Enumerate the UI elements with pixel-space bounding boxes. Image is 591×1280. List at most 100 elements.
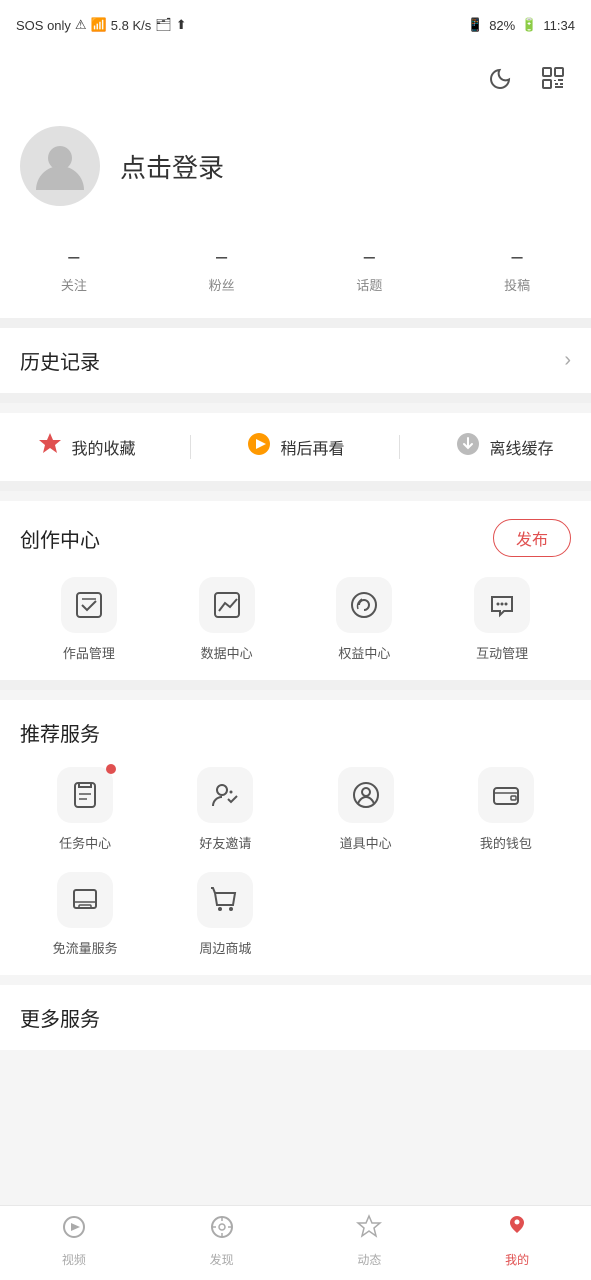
divider-4 [0, 680, 591, 690]
battery-icon: 🔋 [521, 17, 537, 33]
status-left: SOS only ⚠ 📶 5.8 K/s 🗂 ⬆ [16, 17, 187, 33]
service-item-shop[interactable]: 周边商城 [160, 872, 290, 957]
data-icon [199, 577, 255, 633]
nav-label-dynamic: 动态 [357, 1251, 381, 1268]
quick-link-watch-later[interactable]: 稍后再看 [246, 431, 344, 463]
services-title: 推荐服务 [20, 718, 571, 747]
avatar [20, 126, 100, 206]
invite-icon [197, 767, 253, 823]
play-icon [246, 431, 272, 463]
services-grid: 任务中心 好友邀请 道具中心 [20, 767, 571, 957]
nav-label-video: 视频 [62, 1251, 86, 1268]
mine-nav-icon [504, 1214, 530, 1247]
creation-item-interaction[interactable]: 互动管理 [474, 577, 530, 662]
upload-icon: ⬆ [176, 17, 187, 33]
wallet-icon [478, 767, 534, 823]
status-bar: SOS only ⚠ 📶 5.8 K/s 🗂 ⬆ 📱 82% 🔋 11:34 [0, 0, 591, 50]
stat-label-post: 投稿 [504, 275, 530, 294]
bottom-nav: 视频 发现 动态 我的 [0, 1205, 591, 1280]
network-speed: 5.8 K/s [111, 18, 151, 33]
chevron-right-icon: › [564, 349, 571, 372]
divider-1 [0, 318, 591, 328]
nav-item-discover[interactable]: 发现 [187, 1214, 257, 1268]
star-icon [37, 431, 63, 463]
shop-label: 周边商城 [199, 938, 251, 957]
time-text: 11:34 [543, 18, 575, 33]
tools-icon [338, 767, 394, 823]
creation-header: 创作中心 发布 [20, 519, 571, 557]
nav-item-video[interactable]: 视频 [39, 1214, 109, 1268]
more-services-title: 更多服务 [20, 1003, 571, 1032]
data-label: 数据中心 [201, 643, 253, 662]
quick-link-divider-1 [190, 435, 191, 459]
profile-login-text[interactable]: 点击登录 [120, 148, 224, 185]
wallet-label: 我的钱包 [480, 833, 532, 852]
quick-link-offline[interactable]: 离线缓存 [455, 431, 553, 463]
service-item-traffic[interactable]: 免流量服务 [20, 872, 150, 957]
traffic-label: 免流量服务 [53, 938, 118, 957]
stat-label-follow: 关注 [61, 275, 87, 294]
wifi-icon: 📶 [91, 17, 107, 33]
interaction-icon [474, 577, 530, 633]
stat-item-fans[interactable]: – 粉丝 [209, 246, 235, 294]
history-section[interactable]: 历史记录 › [0, 328, 591, 393]
creation-section: 创作中心 发布 作品管理 数据中心 [0, 501, 591, 680]
works-icon [61, 577, 117, 633]
stat-item-post[interactable]: – 投稿 [504, 246, 530, 294]
warning-icon: ⚠ [75, 17, 87, 33]
stat-item-follow[interactable]: – 关注 [61, 246, 87, 294]
nav-label-mine: 我的 [505, 1251, 529, 1268]
download-icon [455, 431, 481, 463]
offline-label: 离线缓存 [489, 435, 553, 459]
battery-text: 82% [489, 18, 515, 33]
dynamic-nav-icon [356, 1214, 382, 1247]
service-item-tools[interactable]: 道具中心 [301, 767, 431, 852]
sos-text: SOS only [16, 18, 71, 33]
creation-item-data[interactable]: 数据中心 [199, 577, 255, 662]
services-section: 推荐服务 任务中心 [0, 700, 591, 975]
quick-links: 我的收藏 稍后再看 离线缓存 [0, 413, 591, 481]
quick-link-favorites[interactable]: 我的收藏 [37, 431, 135, 463]
stat-value-fans: – [216, 246, 227, 269]
rights-icon [336, 577, 392, 633]
video-nav-icon [61, 1214, 87, 1247]
stat-value-topic: – [364, 246, 375, 269]
stat-label-fans: 粉丝 [209, 275, 235, 294]
stat-value-follow: – [68, 246, 79, 269]
task-badge [106, 764, 116, 774]
service-item-task[interactable]: 任务中心 [20, 767, 150, 852]
creation-item-rights[interactable]: 权益中心 [336, 577, 392, 662]
invite-label: 好友邀请 [199, 833, 251, 852]
divider-3 [0, 481, 591, 491]
scan-button[interactable] [535, 60, 571, 96]
night-mode-button[interactable] [483, 60, 519, 96]
creation-item-works[interactable]: 作品管理 [61, 577, 117, 662]
shop-icon [197, 872, 253, 928]
nav-item-dynamic[interactable]: 动态 [334, 1214, 404, 1268]
nav-item-mine[interactable]: 我的 [482, 1214, 552, 1268]
traffic-icon [57, 872, 113, 928]
stat-item-topic[interactable]: – 话题 [356, 246, 382, 294]
more-services-section: 更多服务 [0, 985, 591, 1050]
discover-nav-icon [209, 1214, 235, 1247]
stat-value-post: – [512, 246, 523, 269]
status-right: 📱 82% 🔋 11:34 [467, 17, 575, 33]
watch-later-label: 稍后再看 [280, 435, 344, 459]
interaction-label: 互动管理 [476, 643, 528, 662]
publish-button[interactable]: 发布 [493, 519, 571, 557]
creation-title: 创作中心 [20, 524, 100, 553]
sim-icon: 📱 [467, 17, 483, 33]
rights-label: 权益中心 [338, 643, 390, 662]
profile-section[interactable]: 点击登录 [0, 106, 591, 236]
nav-label-discover: 发现 [210, 1251, 234, 1268]
tools-label: 道具中心 [340, 833, 392, 852]
stat-label-topic: 话题 [356, 275, 382, 294]
service-item-invite[interactable]: 好友邀请 [160, 767, 290, 852]
creation-grid: 作品管理 数据中心 权益中心 [20, 577, 571, 662]
works-label: 作品管理 [63, 643, 115, 662]
task-label: 任务中心 [59, 833, 111, 852]
quick-link-divider-2 [399, 435, 400, 459]
divider-2 [0, 393, 591, 403]
favorites-label: 我的收藏 [71, 435, 135, 459]
service-item-wallet[interactable]: 我的钱包 [441, 767, 571, 852]
